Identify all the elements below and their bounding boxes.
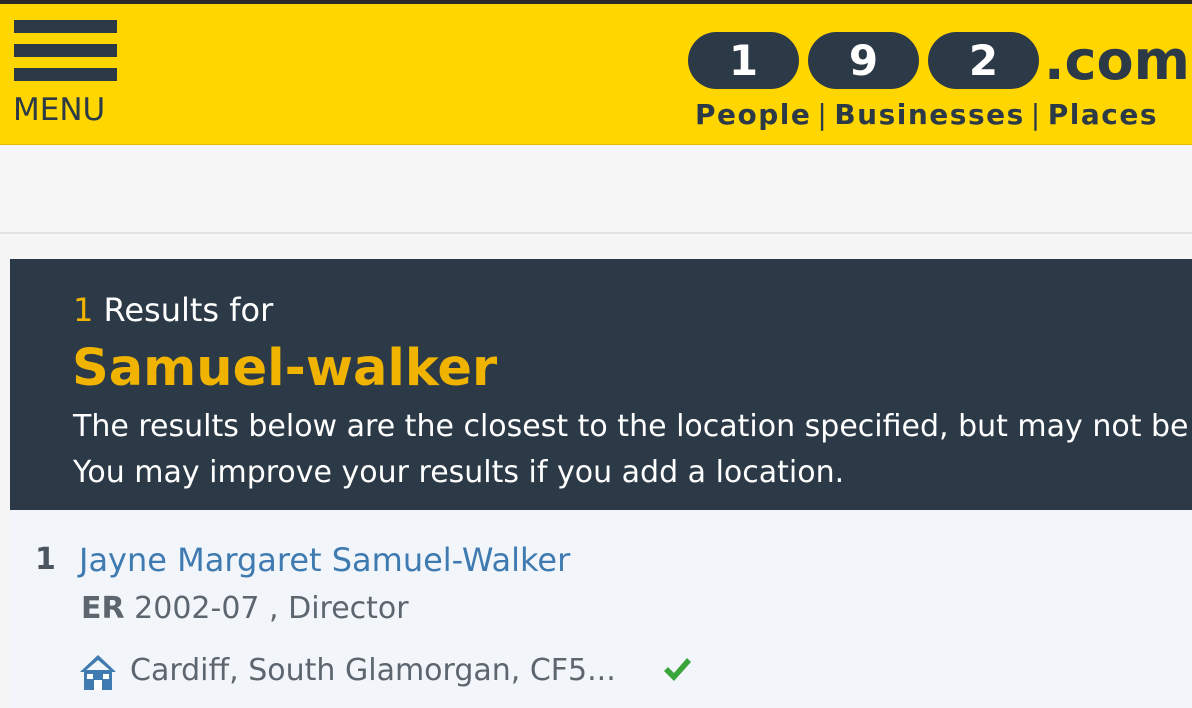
location-notice: The results below are the closest to the… (73, 404, 1192, 496)
results-count-label: Results for (103, 291, 274, 329)
tagline-people: People (695, 98, 812, 131)
tagline-places: Places (1047, 98, 1158, 131)
logo-digit-3: 2 (928, 32, 1039, 89)
hamburger-icon-bar-3 (14, 68, 117, 81)
logo-digit-1: 1 (688, 32, 799, 89)
result-source: ER (81, 591, 125, 626)
result-meta-details: 2002-07 , Director (134, 591, 409, 626)
tagline-businesses: Businesses (834, 98, 1025, 131)
tagline-separator: | (817, 98, 829, 131)
search-bar-area (0, 145, 1192, 234)
result-index: 1 (35, 542, 56, 577)
result-meta: ER 2002-07 , Director (81, 589, 409, 629)
tagline-separator: | (1030, 98, 1042, 131)
menu-label: MENU (13, 92, 106, 128)
site-header: MENU 1 9 2 .com People | Businesses | Places (0, 4, 1192, 145)
result-item[interactable]: 1 Jayne Margaret Samuel-Walker ER 2002-0… (10, 510, 1192, 708)
logo-digit-2: 9 (808, 32, 919, 89)
site-logo[interactable]: 1 9 2 .com People | Businesses | Places (688, 29, 1192, 142)
checkmark-icon (664, 658, 691, 681)
results-summary-panel: 1 Results for Samuel-walker The results … (10, 259, 1192, 510)
hamburger-icon-bar-2 (14, 44, 117, 57)
location-notice-line-2: You may improve your results if you add … (73, 455, 845, 490)
search-term-heading: Samuel-walker (72, 339, 498, 398)
house-icon (80, 655, 116, 690)
result-name-link[interactable]: Jayne Margaret Samuel-Walker (79, 538, 570, 582)
location-notice-line-1: The results below are the closest to the… (73, 409, 1192, 444)
result-address-text: Cardiff, South Glamorgan, CF5... (130, 653, 616, 688)
results-count: 1 Results for (73, 291, 273, 329)
menu-button[interactable]: MENU (13, 18, 119, 130)
hamburger-icon-bar-1 (14, 20, 117, 33)
results-count-number: 1 (73, 291, 94, 329)
logo-domain-suffix: .com (1044, 29, 1190, 92)
logo-tagline: People | Businesses | Places (695, 98, 1158, 132)
